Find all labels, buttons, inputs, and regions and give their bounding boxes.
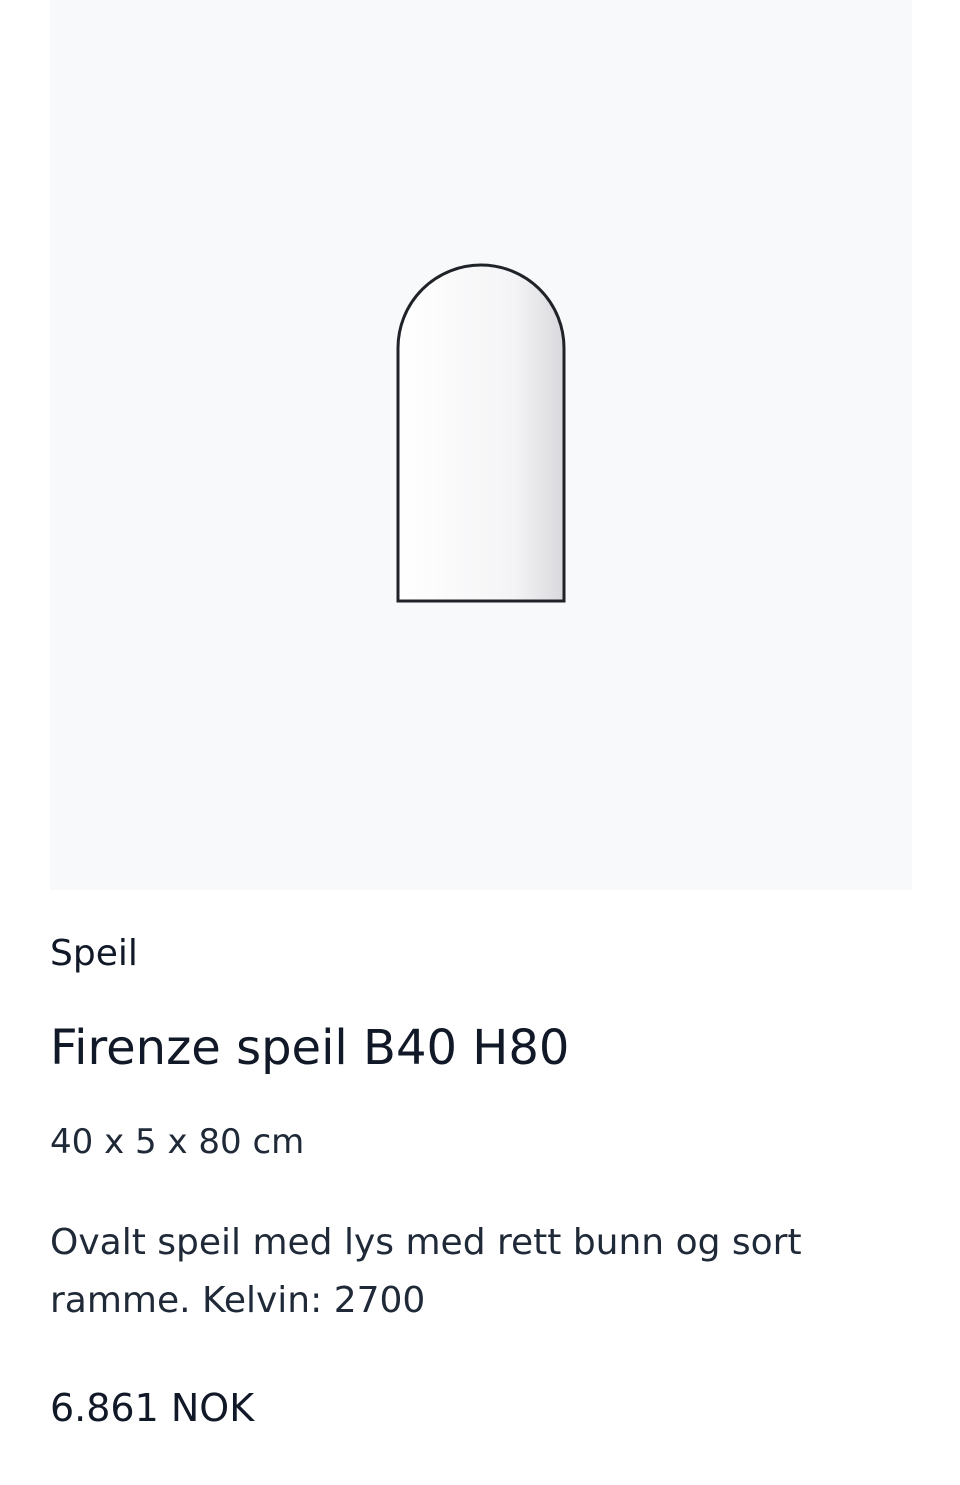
product-description: Ovalt speil med lys med rett bunn og sor… [50,1222,802,1321]
product-price: 6.861 NOK [50,1386,255,1430]
product-card: Speil Firenze speil B40 H80 40 x 5 x 80 … [0,0,960,1485]
product-dimensions: 40 x 5 x 80 cm [50,1122,305,1162]
product-image[interactable] [50,0,912,890]
arched-mirror-icon [396,263,566,603]
product-title[interactable]: Firenze speil B40 H80 [50,1016,569,1080]
product-category[interactable]: Speil [50,928,138,980]
